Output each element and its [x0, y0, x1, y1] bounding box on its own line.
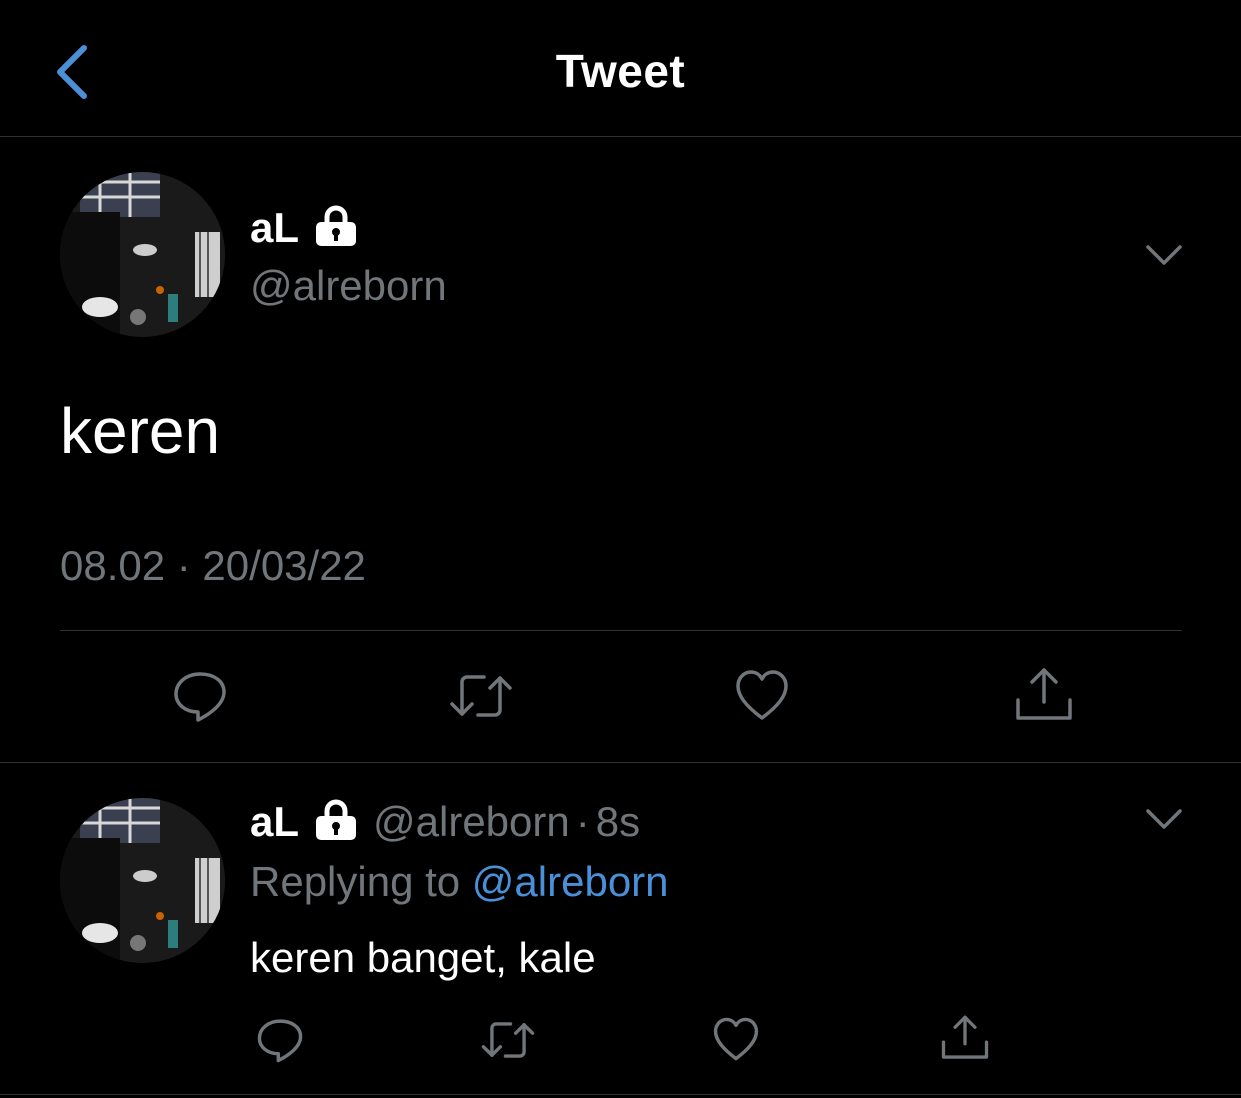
share-button[interactable] [940, 1014, 990, 1067]
retweet-icon [450, 675, 512, 717]
tweet-text: keren [60, 395, 221, 467]
reply-time[interactable]: 8s [596, 798, 640, 846]
avatar-image [60, 798, 225, 963]
share-icon [941, 1015, 989, 1059]
reply-icon [174, 672, 226, 722]
retweet-button[interactable] [480, 1018, 536, 1067]
user-handle[interactable]: @alreborn [373, 798, 570, 846]
reply-icon [257, 1019, 303, 1063]
avatar[interactable] [60, 172, 225, 337]
lock-icon [313, 799, 359, 846]
heart-icon [713, 1017, 759, 1061]
user-handle[interactable]: @alreborn [250, 262, 447, 310]
reply-button[interactable] [172, 668, 228, 729]
chevron-down-icon [1146, 809, 1182, 829]
reply-text: keren banget, kale [250, 934, 596, 981]
display-name[interactable]: aL [250, 204, 299, 252]
section-divider [0, 762, 1241, 763]
replying-to-label: Replying to [250, 858, 461, 905]
retweet-icon [481, 1022, 535, 1058]
display-name[interactable]: aL [250, 798, 299, 846]
reply-button[interactable] [256, 1016, 304, 1069]
page-title: Tweet [555, 45, 686, 97]
heart-icon [736, 670, 788, 720]
tweet-timestamp[interactable]: 08.02 · 20/03/22 [60, 542, 366, 590]
like-button[interactable] [734, 668, 790, 727]
divider [60, 630, 1182, 631]
replying-to-handle-link[interactable]: @alreborn [472, 858, 669, 905]
author-name-row: aL [250, 202, 359, 254]
share-button[interactable] [1014, 666, 1074, 729]
like-button[interactable] [712, 1016, 760, 1067]
tweet-options-button[interactable] [1144, 242, 1184, 273]
reply-avatar[interactable] [60, 798, 225, 963]
retweet-button[interactable] [448, 670, 514, 727]
dot-separator: · [575, 798, 590, 845]
avatar-image [60, 172, 225, 337]
share-icon [1016, 668, 1072, 720]
reply-header-row: aL @alreborn · 8s [250, 796, 640, 848]
lock-icon [313, 205, 359, 252]
bottom-divider [0, 1094, 1241, 1095]
chevron-down-icon [1146, 245, 1182, 265]
reply-options-button[interactable] [1144, 806, 1184, 837]
replying-to: Replying to @alreborn [250, 858, 669, 906]
